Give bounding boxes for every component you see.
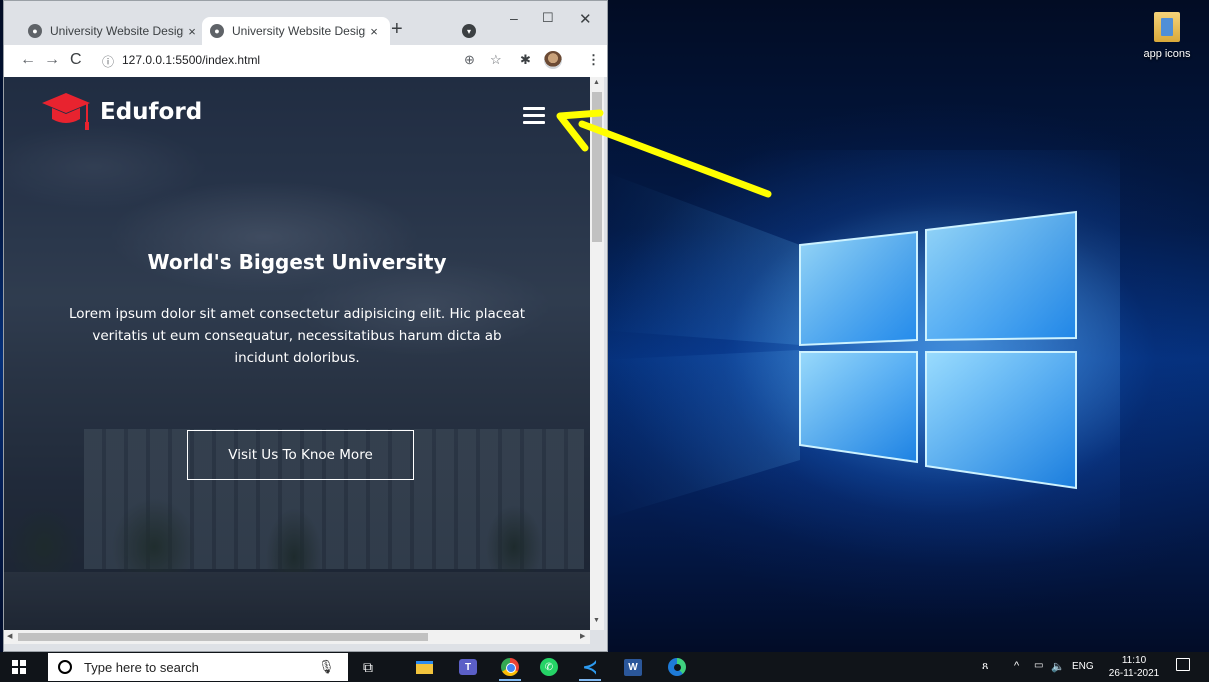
chrome-icon[interactable] bbox=[500, 657, 520, 677]
cortana-search-icon bbox=[58, 660, 72, 674]
close-window-button[interactable]: ✕ bbox=[579, 10, 592, 28]
menu-bar-icon bbox=[523, 121, 545, 124]
graduation-cap-icon bbox=[42, 93, 90, 130]
close-tab-icon[interactable]: × bbox=[366, 24, 382, 39]
scroll-thumb[interactable] bbox=[18, 633, 428, 641]
reload-button[interactable]: C bbox=[70, 51, 82, 69]
windows-start-icon[interactable] bbox=[12, 660, 26, 674]
desktop-icon-app-icons[interactable]: app icons bbox=[1136, 12, 1198, 60]
browser-menu-icon[interactable]: ⋮ bbox=[587, 52, 600, 68]
hamburger-menu-button[interactable] bbox=[523, 107, 545, 124]
new-tab-button[interactable]: + bbox=[391, 18, 403, 41]
hero-title: World's Biggest University bbox=[147, 250, 447, 274]
tab-title: University Website Design bbox=[232, 24, 366, 38]
running-indicator bbox=[579, 679, 601, 681]
address-bar[interactable]: 127.0.0.1:5500/index.html bbox=[122, 53, 260, 67]
microphone-icon[interactable]: 🎙 bbox=[318, 659, 335, 675]
tab-search-icon[interactable]: ▾ bbox=[462, 24, 476, 38]
brand-name: Eduford bbox=[100, 99, 203, 125]
vertical-scrollbar[interactable]: ▲ ▼ bbox=[590, 77, 604, 630]
minimize-button[interactable]: – bbox=[510, 10, 518, 26]
zoom-icon[interactable]: ⊕ bbox=[464, 52, 475, 68]
vscode-icon[interactable]: ≺ bbox=[580, 657, 600, 677]
clock-time: 11:10 bbox=[1121, 655, 1147, 666]
close-tab-icon[interactable]: × bbox=[184, 24, 200, 39]
site-logo[interactable]: Eduford bbox=[40, 89, 202, 135]
folder-icon bbox=[1154, 12, 1180, 42]
whatsapp-icon[interactable]: ✆ bbox=[539, 657, 559, 677]
scroll-thumb[interactable] bbox=[592, 92, 602, 242]
taskbar: Type here to search 🎙 ⧉ T ✆ ≺ W ጸ ^ ▭ 🔈 … bbox=[0, 652, 1209, 682]
extensions-icon[interactable]: ✱ bbox=[520, 52, 531, 68]
clock-date: 26-11-2021 bbox=[1108, 668, 1160, 679]
system-clock[interactable]: 11:10 26-11-2021 bbox=[1104, 654, 1164, 682]
browser-tab-active[interactable]: ● University Website Design × bbox=[202, 17, 390, 45]
menu-bar-icon bbox=[523, 107, 545, 110]
hero-description: Lorem ipsum dolor sit amet consectetur a… bbox=[68, 306, 526, 366]
taskbar-search-box[interactable]: Type here to search 🎙 bbox=[48, 653, 348, 681]
forward-button[interactable]: → bbox=[44, 51, 60, 69]
menu-bar-icon bbox=[523, 114, 545, 117]
desktop-icon-label: app icons bbox=[1143, 48, 1191, 60]
task-view-icon[interactable]: ⧉ bbox=[358, 657, 378, 677]
browser-toolbar: ← → C ⓘ 127.0.0.1:5500/index.html ⊕ ☆ ✱ … bbox=[4, 45, 607, 77]
file-explorer-icon[interactable] bbox=[414, 657, 434, 677]
scroll-left-arrow-icon[interactable]: ◀ bbox=[7, 632, 12, 640]
web-page-viewport: Eduford World's Biggest University Lorem… bbox=[4, 77, 590, 630]
bookmark-star-icon[interactable]: ☆ bbox=[490, 52, 502, 68]
globe-icon: ● bbox=[210, 24, 224, 38]
tab-title: University Website Design bbox=[50, 24, 184, 38]
scroll-down-arrow-icon[interactable]: ▼ bbox=[593, 617, 600, 624]
running-indicator bbox=[499, 679, 521, 681]
visit-us-button[interactable]: Visit Us To Knoe More bbox=[187, 430, 414, 480]
tab-strip: ● University Website Design × ● Universi… bbox=[4, 1, 607, 45]
battery-icon[interactable]: ▭ bbox=[1034, 660, 1043, 682]
language-indicator[interactable]: ENG bbox=[1072, 661, 1094, 682]
word-icon[interactable]: W bbox=[623, 657, 643, 677]
scroll-right-arrow-icon[interactable]: ▶ bbox=[580, 632, 585, 640]
volume-icon[interactable]: 🔈 bbox=[1051, 660, 1065, 682]
horizontal-scrollbar[interactable]: ◀ ▶ bbox=[4, 630, 590, 644]
browser-tab[interactable]: ● University Website Design × bbox=[20, 17, 208, 45]
teams-icon[interactable]: T bbox=[458, 657, 478, 677]
search-placeholder: Type here to search bbox=[84, 659, 199, 675]
back-button[interactable]: ← bbox=[20, 51, 36, 69]
windows-logo-wallpaper bbox=[600, 170, 1077, 520]
edge-icon[interactable] bbox=[667, 657, 687, 677]
people-icon[interactable]: ጸ bbox=[982, 660, 988, 682]
profile-avatar[interactable] bbox=[544, 51, 562, 69]
scroll-up-arrow-icon[interactable]: ▲ bbox=[593, 79, 600, 86]
maximize-button[interactable]: ☐ bbox=[542, 10, 554, 26]
notifications-icon[interactable] bbox=[1176, 658, 1190, 671]
globe-icon: ● bbox=[28, 24, 42, 38]
site-info-icon[interactable]: ⓘ bbox=[102, 53, 114, 70]
show-hidden-icons-chevron-icon[interactable]: ^ bbox=[1014, 660, 1019, 682]
